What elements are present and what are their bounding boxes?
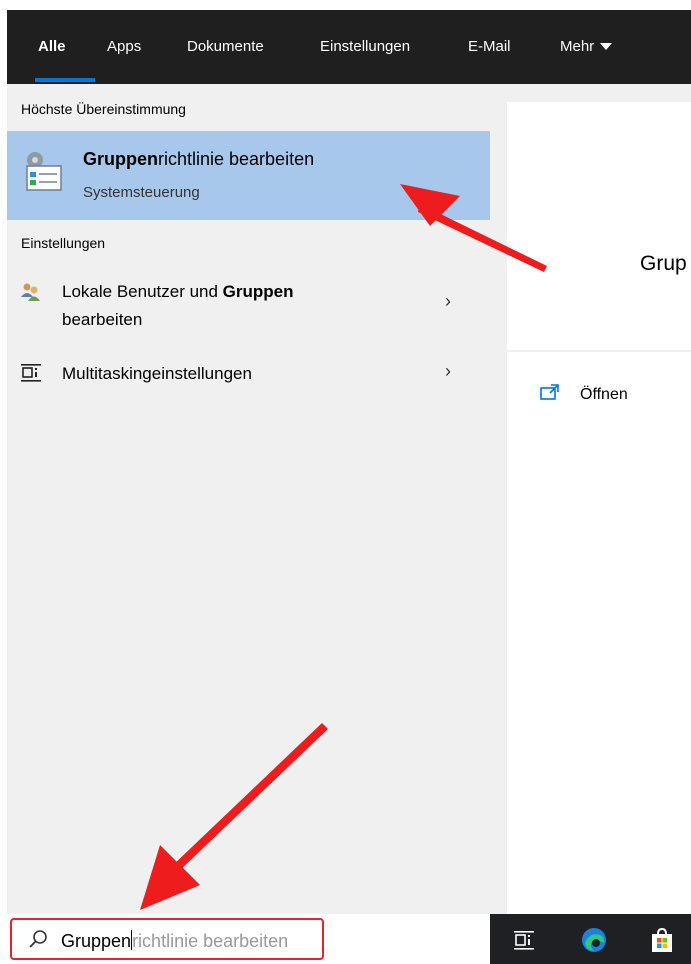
group-policy-icon	[26, 152, 62, 191]
tab-alle[interactable]: Alle	[38, 38, 66, 55]
best-match-subtitle: Systemsteuerung	[83, 184, 200, 201]
best-match-title-rest: richtlinie bearbeiten	[158, 149, 315, 169]
task-view-icon[interactable]	[510, 926, 538, 954]
best-match-title-bold: Gruppen	[83, 149, 158, 169]
preview-actions	[507, 352, 691, 914]
tab-email[interactable]: E-Mail	[468, 38, 511, 55]
task-view-icon	[21, 364, 41, 382]
tab-dokumente[interactable]: Dokumente	[187, 38, 264, 55]
active-tab-indicator	[35, 78, 95, 82]
best-match-heading: Höchste Übereinstimmung	[21, 101, 186, 117]
open-label: Öffnen	[580, 386, 628, 403]
tab-einstellungen[interactable]: Einstellungen	[320, 38, 410, 55]
chevron-down-icon	[600, 43, 613, 50]
chevron-right-icon: ›	[445, 291, 451, 311]
preview-title: Grup	[640, 252, 687, 275]
local-users-label-line2: bearbeiten	[62, 310, 143, 329]
open-action[interactable]: Öffnen	[540, 384, 628, 407]
tab-apps[interactable]: Apps	[107, 38, 141, 55]
local-users-label-bold: Gruppen	[222, 282, 294, 301]
store-icon[interactable]	[648, 926, 676, 954]
open-icon	[540, 384, 559, 400]
tab-mehr-label: Mehr	[560, 38, 595, 55]
users-icon	[21, 283, 40, 301]
multitasking-label: Multitaskingeinstellungen	[62, 364, 252, 383]
taskbar	[490, 914, 691, 964]
local-users-label-prefix: Lokale Benutzer und	[62, 282, 223, 301]
best-match-title: Gruppenrichtlinie bearbeiten	[83, 149, 314, 170]
results-panel: Höchste Übereinstimmung Gruppenrichtlini…	[7, 84, 490, 914]
search-filter-bar: Alle Apps Dokumente Einstellungen E-Mail…	[7, 10, 691, 84]
edge-browser-icon[interactable]	[580, 926, 608, 954]
preview-card	[507, 102, 691, 350]
tab-mehr[interactable]: Mehr	[560, 38, 613, 55]
settings-heading: Einstellungen	[21, 235, 106, 251]
settings-item-multitasking[interactable]: Multitaskingeinstellungen ›	[7, 356, 490, 392]
local-users-label: Lokale Benutzer und Gruppen bearbeiten	[62, 278, 294, 334]
chevron-right-icon: ›	[445, 361, 451, 381]
settings-item-local-users[interactable]: Lokale Benutzer und Gruppen bearbeiten ›	[7, 274, 490, 340]
search-box[interactable]: Gruppenrichtlinie bearbeiten	[7, 914, 490, 964]
best-match-result[interactable]: Gruppenrichtlinie bearbeiten Systemsteue…	[7, 131, 490, 220]
search-highlight-box	[10, 918, 324, 960]
